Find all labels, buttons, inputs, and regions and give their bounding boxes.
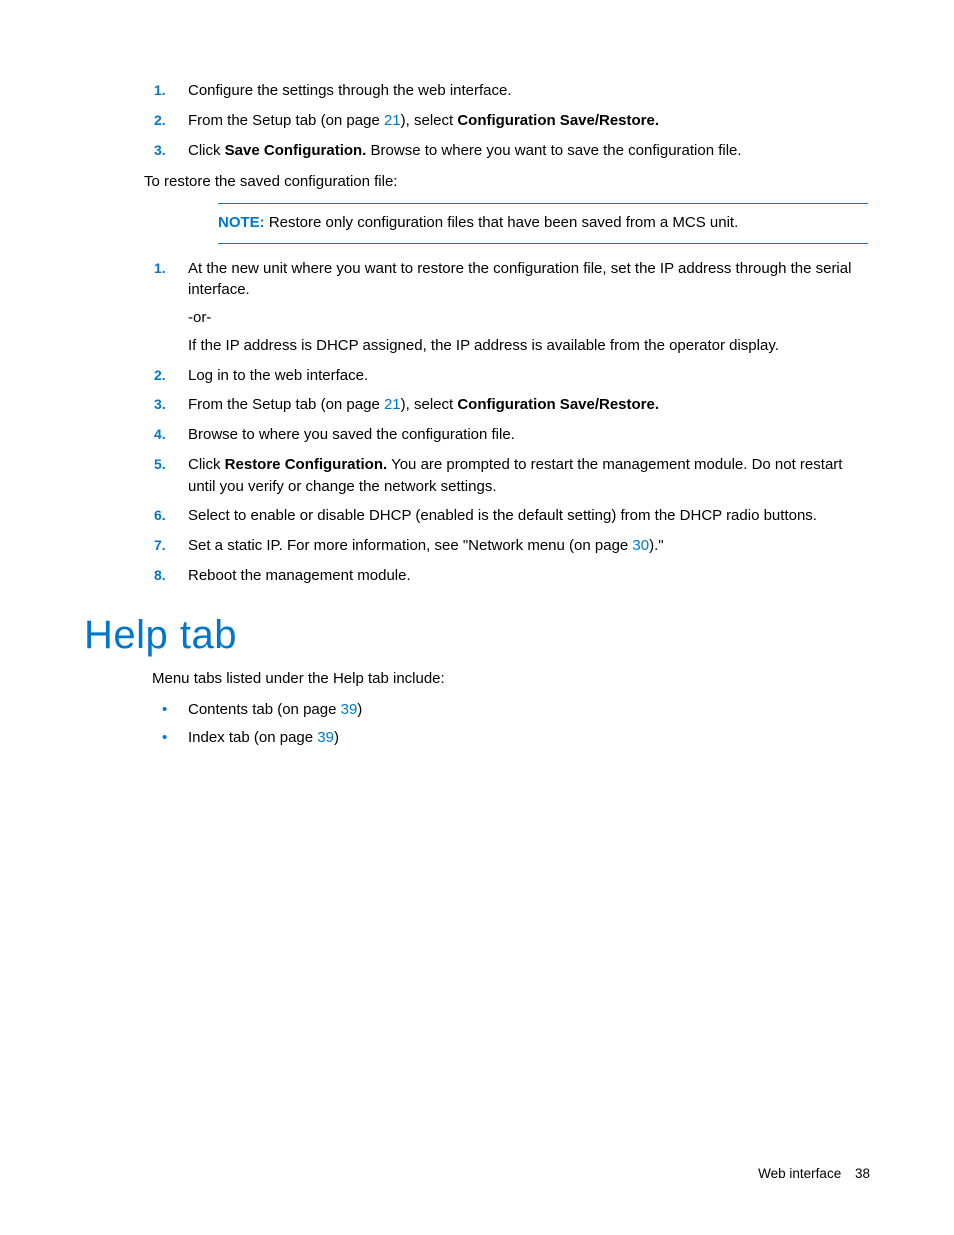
footer-page-number: 38 [855, 1166, 870, 1181]
text-fragment: )." [649, 537, 664, 554]
step-text: Select to enable or disable DHCP (enable… [188, 507, 817, 524]
page-link[interactable]: 39 [317, 729, 334, 746]
step-text: Browse to where you saved the configurat… [188, 426, 515, 443]
text-fragment: Contents tab (on page [188, 701, 341, 718]
step-number: 8. [154, 565, 166, 585]
step-subtext: If the IP address is DHCP assigned, the … [188, 335, 870, 357]
step-subtext: -or- [188, 307, 870, 329]
restore-intro: To restore the saved configuration file: [144, 171, 870, 193]
list-item: 5. Click Restore Configuration. You are … [154, 454, 870, 498]
list-item: 1. At the new unit where you want to res… [154, 258, 870, 357]
list-item: 4. Browse to where you saved the configu… [154, 424, 870, 446]
step-number: 6. [154, 505, 166, 525]
document-page: 1. Configure the settings through the we… [0, 0, 954, 1235]
step-text: Set a static IP. For more information, s… [188, 537, 664, 554]
step-text: From the Setup tab (on page 21), select … [188, 396, 659, 413]
note-rule-bottom [218, 243, 868, 244]
list-item: 1. Configure the settings through the we… [154, 80, 870, 102]
note-text: Restore only configuration files that ha… [265, 214, 739, 231]
list-item: 8. Reboot the management module. [154, 565, 870, 587]
step-number: 2. [154, 110, 166, 130]
bold-text: Save Configuration. [225, 142, 367, 159]
step-text: Log in to the web interface. [188, 367, 368, 384]
list-item: 7. Set a static IP. For more information… [154, 535, 870, 557]
list-item: 3. Click Save Configuration. Browse to w… [154, 140, 870, 162]
list-item: Contents tab (on page 39) [154, 699, 870, 721]
bold-text: Restore Configuration. [225, 456, 388, 473]
text-fragment: Index tab (on page [188, 729, 317, 746]
list-item: 2. Log in to the web interface. [154, 365, 870, 387]
page-link[interactable]: 21 [384, 112, 401, 129]
restore-config-steps: 1. At the new unit where you want to res… [154, 258, 870, 587]
note-label: NOTE: [218, 214, 265, 231]
text-fragment: From the Setup tab (on page [188, 112, 384, 129]
save-config-steps: 1. Configure the settings through the we… [154, 80, 870, 161]
step-number: 4. [154, 424, 166, 444]
list-item: 3. From the Setup tab (on page 21), sele… [154, 394, 870, 416]
step-number: 2. [154, 365, 166, 385]
bold-text: Configuration Save/Restore. [457, 112, 659, 129]
list-item: 6. Select to enable or disable DHCP (ena… [154, 505, 870, 527]
page-content: 1. Configure the settings through the we… [84, 80, 870, 749]
bold-text: Configuration Save/Restore. [457, 396, 659, 413]
step-number: 7. [154, 535, 166, 555]
text-fragment: Click [188, 456, 225, 473]
text-fragment: ) [334, 729, 339, 746]
step-number: 3. [154, 394, 166, 414]
step-text: Configure the settings through the web i… [188, 82, 512, 99]
step-text: From the Setup tab (on page 21), select … [188, 112, 659, 129]
step-number: 5. [154, 454, 166, 474]
step-number: 1. [154, 258, 166, 278]
step-text: Reboot the management module. [188, 567, 411, 584]
text-fragment: ), select [401, 112, 458, 129]
help-tab-list: Contents tab (on page 39) Index tab (on … [154, 699, 870, 749]
text-fragment: Click [188, 142, 225, 159]
step-number: 3. [154, 140, 166, 160]
text-fragment: ) [357, 701, 362, 718]
page-link[interactable]: 30 [632, 537, 649, 554]
step-text: Click Save Configuration. Browse to wher… [188, 142, 742, 159]
help-intro: Menu tabs listed under the Help tab incl… [152, 668, 870, 690]
list-item: 2. From the Setup tab (on page 21), sele… [154, 110, 870, 132]
section-heading: Help tab [84, 613, 870, 658]
step-number: 1. [154, 80, 166, 100]
note-content: NOTE: Restore only configuration files t… [218, 210, 868, 237]
step-text: At the new unit where you want to restor… [188, 260, 851, 299]
page-link[interactable]: 39 [341, 701, 358, 718]
text-fragment: ), select [401, 396, 458, 413]
text-fragment: Set a static IP. For more information, s… [188, 537, 632, 554]
page-link[interactable]: 21 [384, 396, 401, 413]
note-rule-top [218, 203, 868, 204]
list-item: Index tab (on page 39) [154, 727, 870, 749]
text-fragment: Browse to where you want to save the con… [366, 142, 741, 159]
note-block: NOTE: Restore only configuration files t… [218, 203, 868, 244]
step-text: Click Restore Configuration. You are pro… [188, 456, 842, 495]
page-footer: Web interface 38 [758, 1166, 870, 1181]
footer-section: Web interface [758, 1166, 841, 1181]
text-fragment: From the Setup tab (on page [188, 396, 384, 413]
